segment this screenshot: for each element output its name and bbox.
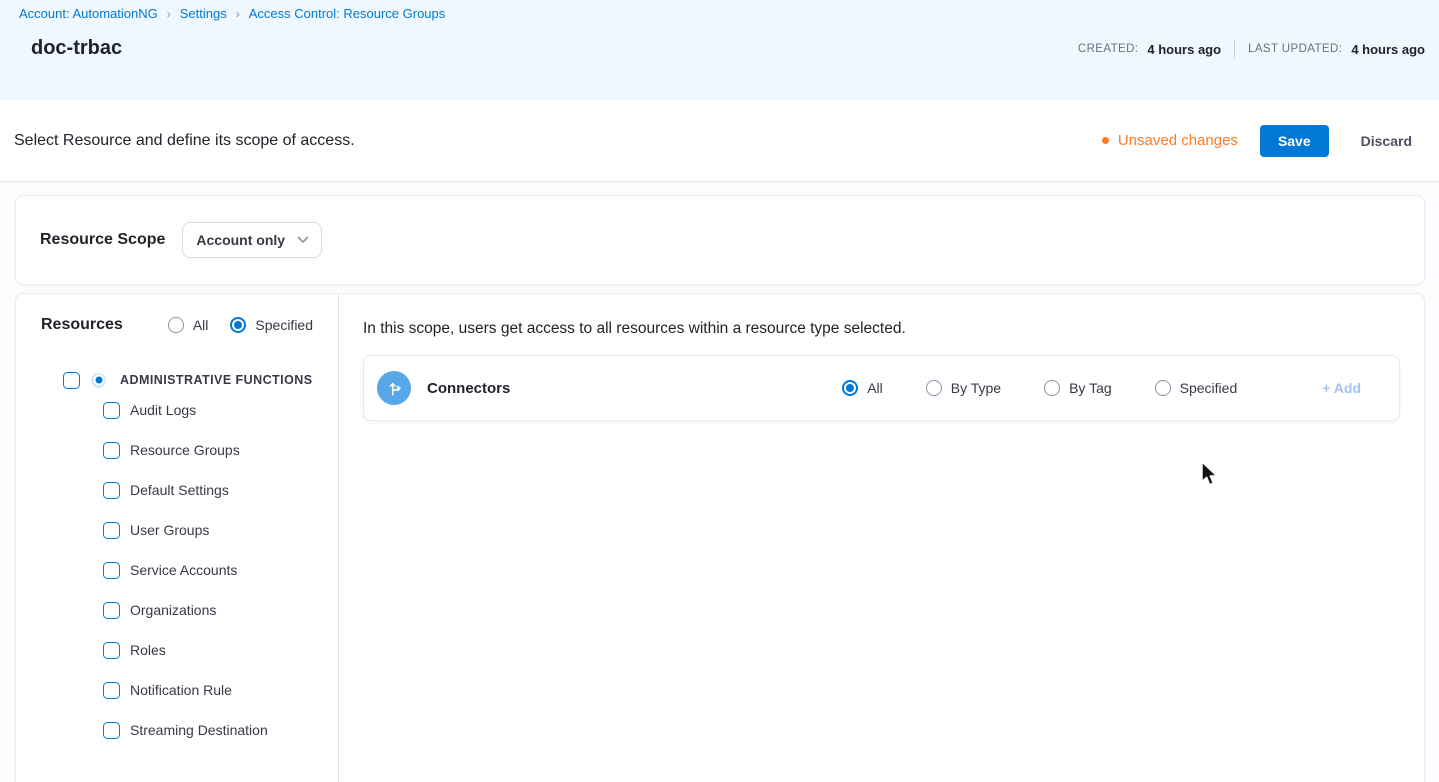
radio-selected-icon <box>230 317 246 333</box>
resource-scope-selected-value: Account only <box>196 232 285 248</box>
tree-item-label: Organizations <box>130 602 216 618</box>
resources-title: Resources <box>41 316 123 334</box>
last-updated-value: 4 hours ago <box>1351 42 1425 57</box>
resources-mode-radio-group: All Specified <box>168 317 313 333</box>
tree-item-organizations[interactable]: Organizations <box>16 590 338 630</box>
action-toolbar: Select Resource and define its scope of … <box>0 100 1439 182</box>
resource-scope-card: Resource Scope Account only <box>15 195 1425 285</box>
tree-item-label: Notification Rule <box>130 682 232 698</box>
connector-branch-icon <box>377 371 411 405</box>
chevron-down-icon <box>297 236 309 244</box>
scope-badge-icon <box>91 373 106 388</box>
unsaved-changes-label: Unsaved changes <box>1118 132 1238 149</box>
resource-group-detail-page: Account: AutomationNG › Settings › Acces… <box>0 0 1439 782</box>
scope-note: In this scope, users get access to all r… <box>363 320 1400 338</box>
item-checkbox[interactable] <box>103 482 120 499</box>
discard-button[interactable]: Discard <box>1361 133 1412 149</box>
scope-detail-pane: In this scope, users get access to all r… <box>339 294 1424 782</box>
tree-item-resource-groups[interactable]: Resource Groups <box>16 430 338 470</box>
tree-item-service-accounts[interactable]: Service Accounts <box>16 550 338 590</box>
page-content: Resource Scope Account only Resources Al… <box>0 182 1439 782</box>
radio-icon <box>926 380 942 396</box>
created-value: 4 hours ago <box>1147 42 1221 57</box>
radio-label: Specified <box>1180 380 1238 396</box>
radio-option-all[interactable]: All <box>168 317 209 333</box>
radio-option-by-type[interactable]: By Type <box>926 380 1001 396</box>
unsaved-dot-icon <box>1102 137 1109 144</box>
breadcrumb-separator-icon: › <box>236 7 240 21</box>
tree-item-label: Streaming Destination <box>130 722 268 738</box>
item-checkbox[interactable] <box>103 682 120 699</box>
item-checkbox[interactable] <box>103 602 120 619</box>
last-updated-label: LAST UPDATED: <box>1248 43 1342 55</box>
tree-item-label: Audit Logs <box>130 402 196 418</box>
radio-label: All <box>867 380 883 396</box>
item-checkbox[interactable] <box>103 642 120 659</box>
tree-item-label: Service Accounts <box>130 562 237 578</box>
breadcrumb-settings-link[interactable]: Settings <box>180 6 227 21</box>
timestamps-meta: CREATED: 4 hours ago LAST UPDATED: 4 hou… <box>1078 40 1425 60</box>
breadcrumb-resource-groups-link[interactable]: Access Control: Resource Groups <box>249 6 446 21</box>
title-row: doc-trbac CREATED: 4 hours ago LAST UPDA… <box>19 37 1425 60</box>
item-checkbox[interactable] <box>103 562 120 579</box>
resource-type-tree: ADMINISTRATIVE FUNCTIONS Audit Logs Reso… <box>16 370 338 750</box>
radio-selected-icon <box>842 380 858 396</box>
breadcrumb: Account: AutomationNG › Settings › Acces… <box>19 6 1425 21</box>
page-header: Account: AutomationNG › Settings › Acces… <box>0 0 1439 100</box>
tree-item-label: Resource Groups <box>130 442 240 458</box>
add-resources-link[interactable]: + Add <box>1322 380 1361 396</box>
breadcrumb-account-link[interactable]: Account: AutomationNG <box>19 6 158 21</box>
item-checkbox[interactable] <box>103 402 120 419</box>
radio-icon <box>168 317 184 333</box>
radio-option-all[interactable]: All <box>842 380 883 396</box>
tree-item-user-groups[interactable]: User Groups <box>16 510 338 550</box>
tree-item-label: Roles <box>130 642 166 658</box>
tree-group-administrative-functions[interactable]: ADMINISTRATIVE FUNCTIONS <box>16 370 338 390</box>
connectors-resource-row: Connectors All By Type By Tag <box>363 355 1400 421</box>
resources-sidebar-header: Resources All Specified <box>16 316 338 334</box>
tree-item-label: User Groups <box>130 522 209 538</box>
radio-icon <box>1155 380 1171 396</box>
resources-sidebar: Resources All Specified <box>16 294 339 782</box>
item-checkbox[interactable] <box>103 722 120 739</box>
tree-item-streaming-destination[interactable]: Streaming Destination <box>16 710 338 750</box>
resource-scope-select[interactable]: Account only <box>182 222 322 258</box>
resources-card: Resources All Specified <box>15 293 1425 782</box>
tree-item-default-settings[interactable]: Default Settings <box>16 470 338 510</box>
created-label: CREATED: <box>1078 43 1139 55</box>
radio-label: All <box>193 317 209 333</box>
radio-label: By Tag <box>1069 380 1112 396</box>
item-checkbox[interactable] <box>103 522 120 539</box>
resource-name: Connectors <box>427 380 510 397</box>
radio-option-specified[interactable]: Specified <box>1155 380 1238 396</box>
item-checkbox[interactable] <box>103 442 120 459</box>
meta-divider <box>1234 40 1235 58</box>
toolbar-description: Select Resource and define its scope of … <box>14 132 355 150</box>
radio-icon <box>1044 380 1060 396</box>
tree-item-notification-rule[interactable]: Notification Rule <box>16 670 338 710</box>
breadcrumb-separator-icon: › <box>167 7 171 21</box>
tree-item-roles[interactable]: Roles <box>16 630 338 670</box>
save-button[interactable]: Save <box>1260 125 1329 157</box>
unsaved-changes-status: Unsaved changes <box>1102 132 1238 149</box>
tree-item-label: Default Settings <box>130 482 229 498</box>
resource-scope-label: Resource Scope <box>40 231 165 249</box>
radio-label: By Type <box>951 380 1001 396</box>
radio-option-by-tag[interactable]: By Tag <box>1044 380 1112 396</box>
page-title: doc-trbac <box>31 37 122 60</box>
radio-label: Specified <box>255 317 313 333</box>
radio-option-specified[interactable]: Specified <box>230 317 313 333</box>
group-checkbox[interactable] <box>63 372 80 389</box>
connectors-access-radio-group: All By Type By Tag Specified <box>842 380 1361 396</box>
tree-item-audit-logs[interactable]: Audit Logs <box>16 390 338 430</box>
toolbar-actions: Unsaved changes Save Discard <box>1102 125 1412 157</box>
group-label: ADMINISTRATIVE FUNCTIONS <box>120 373 313 387</box>
